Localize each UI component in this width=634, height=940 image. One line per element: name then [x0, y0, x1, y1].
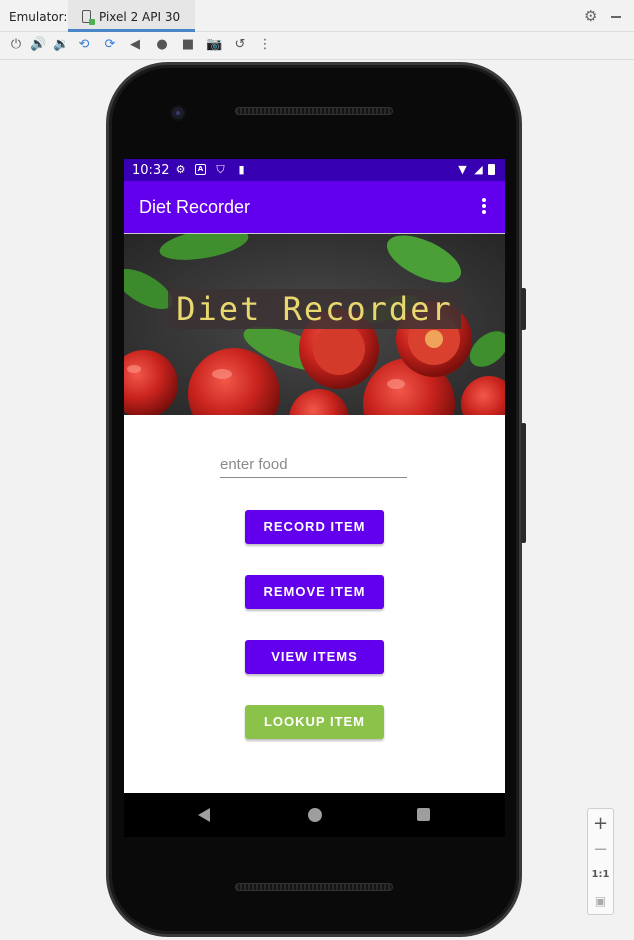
device-tab-label: Pixel 2 API 30: [99, 10, 181, 24]
food-input[interactable]: [220, 452, 407, 478]
nav-home-icon[interactable]: [308, 808, 322, 822]
shield-icon: ⛉: [216, 163, 225, 176]
android-nav-bar: [124, 793, 505, 837]
emulator-tab-bar: Emulator: Pixel 2 API 30 ⚙: [0, 0, 634, 32]
accessibility-icon: A: [195, 164, 206, 175]
volume-up-icon[interactable]: 🔊: [30, 37, 46, 53]
lookup-item-button[interactable]: LOOKUP ITEM: [245, 705, 384, 739]
sd-card-icon: ▮: [238, 163, 245, 176]
record-item-button[interactable]: RECORD ITEM: [245, 510, 384, 544]
status-bar: 10:32 ⚙ A ⛉ ▮ ▼ ◢: [124, 159, 505, 181]
top-speaker: [235, 107, 393, 115]
wifi-icon: ▼: [458, 163, 467, 176]
snapshot-icon[interactable]: ↺: [232, 37, 248, 53]
zoom-one-to-one-button[interactable]: 1:1: [588, 869, 613, 880]
emulator-label: Emulator:: [9, 10, 68, 24]
minimize-icon[interactable]: [611, 16, 621, 18]
more-icon[interactable]: ⋮: [257, 37, 273, 53]
front-camera: [170, 105, 186, 121]
device-tab[interactable]: Pixel 2 API 30: [68, 0, 195, 32]
rotate-right-icon[interactable]: ⟳: [102, 37, 118, 53]
nav-back-icon[interactable]: [198, 808, 210, 822]
gear-icon[interactable]: ⚙: [584, 8, 597, 24]
zoom-in-icon[interactable]: +: [588, 813, 613, 834]
back-icon[interactable]: ◀: [127, 37, 143, 53]
power-side-button: [521, 288, 526, 330]
app-bar: Diet Recorder: [124, 181, 505, 233]
device-screen: 10:32 ⚙ A ⛉ ▮ ▼ ◢ Diet Recorder Diet Rec…: [124, 159, 505, 793]
emulator-toolbar: ⏻ 🔊 🔉 ⟲ ⟳ ◀ ● ■ 📷 ↺ ⋮: [0, 32, 634, 60]
view-items-button[interactable]: VIEW ITEMS: [245, 640, 384, 674]
overflow-menu-icon[interactable]: [479, 198, 489, 218]
device-icon: [82, 10, 95, 25]
volume-down-icon[interactable]: 🔉: [53, 37, 69, 53]
power-icon[interactable]: ⏻: [8, 37, 24, 53]
nav-recents-icon[interactable]: [417, 808, 430, 821]
settings-icon: ⚙: [175, 163, 186, 176]
zoom-controls: + − 1:1 ▣: [587, 808, 614, 915]
overview-icon[interactable]: ■: [180, 37, 196, 53]
rotate-left-icon[interactable]: ⟲: [76, 37, 92, 53]
remove-item-button[interactable]: REMOVE ITEM: [245, 575, 384, 609]
volume-side-button: [521, 423, 526, 543]
screenshot-icon[interactable]: 📷: [206, 37, 222, 53]
zoom-out-icon[interactable]: −: [588, 839, 613, 860]
bottom-speaker: [235, 883, 393, 891]
app-title: Diet Recorder: [139, 197, 251, 217]
banner-title: Diet Recorder: [168, 289, 461, 329]
status-time: 10:32: [132, 163, 170, 178]
battery-icon: [488, 164, 495, 175]
banner-image: Diet Recorder: [124, 234, 505, 415]
zoom-fit-icon[interactable]: ▣: [588, 894, 613, 908]
cell-signal-icon: ◢: [474, 163, 483, 176]
home-icon[interactable]: ●: [154, 37, 170, 53]
